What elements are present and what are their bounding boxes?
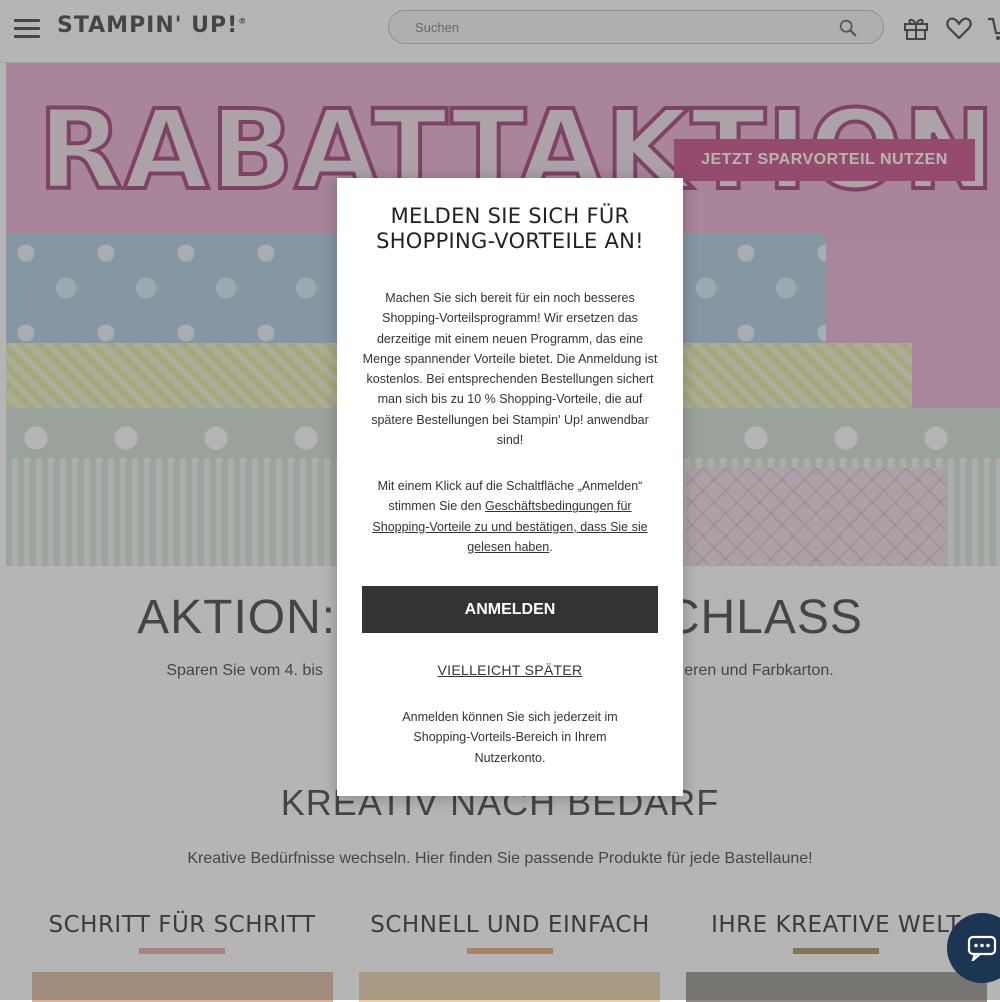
signup-button[interactable]: ANMELDEN xyxy=(362,586,658,633)
maybe-later-link[interactable]: VIELLEICHT SPÄTER xyxy=(337,662,683,678)
modal-footer-note: Anmelden können Sie sich jederzeit im Sh… xyxy=(402,710,618,765)
modal-title: MELDEN SIE SICH FÜR SHOPPING-VORTEILE AN… xyxy=(376,204,644,253)
modal-terms: Mit einem Klick auf die Schaltfläche „An… xyxy=(361,476,659,557)
modal-body: Machen Sie sich bereit für ein noch bess… xyxy=(362,291,658,448)
signup-modal: MELDEN SIE SICH FÜR SHOPPING-VORTEILE AN… xyxy=(337,178,683,796)
terms-suffix: . xyxy=(549,539,553,554)
chat-icon xyxy=(967,935,997,961)
